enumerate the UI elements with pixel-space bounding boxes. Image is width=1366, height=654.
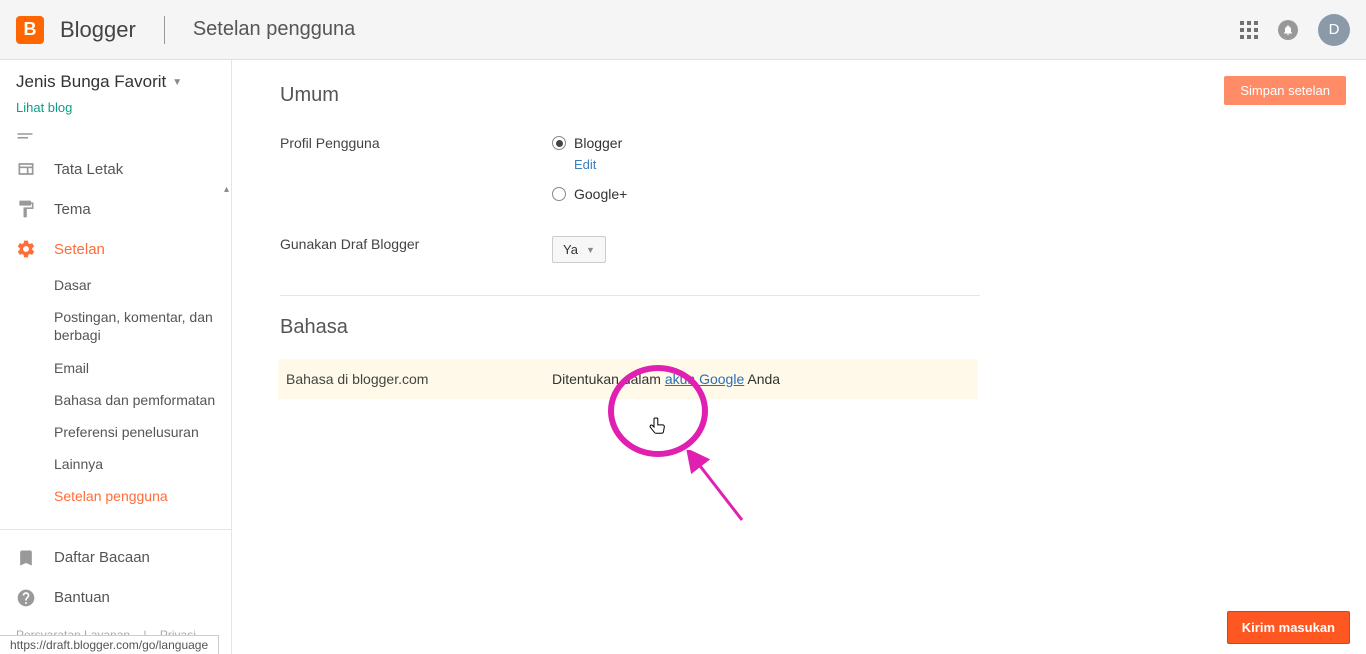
radio-label: Google+	[574, 186, 627, 202]
section-general: Umum Profil Pengguna Blogger Edit Google…	[280, 84, 980, 271]
section-title-language: Bahasa	[280, 316, 980, 339]
label-profile: Profil Pengguna	[280, 135, 552, 208]
annotation-arrow	[682, 450, 752, 530]
section-language: Bahasa Bahasa di blogger.com Ditentukan …	[280, 316, 980, 399]
gear-icon	[16, 239, 36, 259]
dropdown-value: Ya	[563, 242, 578, 257]
bookmark-icon	[16, 548, 36, 568]
sub-item-user-settings[interactable]: Setelan pengguna	[54, 480, 231, 512]
section-title-general: Umum	[280, 84, 980, 107]
sidebar-item-label: Bantuan	[54, 589, 110, 606]
settings-sub-items: Dasar Postingan, komentar, dan berbagi E…	[0, 269, 231, 513]
setting-row-draft: Gunakan Draf Blogger Ya ▼	[280, 228, 980, 271]
page-title: Setelan pengguna	[193, 18, 355, 41]
brand-name: Blogger	[60, 17, 136, 43]
header-left: B Blogger Setelan pengguna	[16, 16, 355, 44]
sub-item-posts[interactable]: Postingan, komentar, dan berbagi	[54, 301, 231, 351]
save-settings-button[interactable]: Simpan setelan	[1224, 76, 1346, 105]
blogger-logo-icon[interactable]: B	[16, 16, 44, 44]
sidebar-item-help[interactable]: Bantuan	[0, 578, 231, 618]
setting-row-profile: Profil Pengguna Blogger Edit Google+	[280, 127, 980, 216]
sidebar-item-label: Tata Letak	[54, 161, 123, 178]
notifications-icon[interactable]	[1278, 20, 1298, 40]
google-account-link[interactable]: akun Google	[665, 371, 744, 387]
sidebar-item-theme[interactable]: Tema	[0, 189, 231, 229]
sidebar-item-label: Tema	[54, 201, 91, 218]
radio-blogger[interactable]: Blogger	[552, 135, 980, 151]
radio-label: Blogger	[574, 135, 622, 151]
send-feedback-button[interactable]: Kirim masukan	[1227, 611, 1350, 644]
radio-icon	[552, 136, 566, 150]
header-right: D	[1240, 14, 1350, 46]
radio-googleplus[interactable]: Google+	[552, 186, 980, 202]
setting-row-language: Bahasa di blogger.com Ditentukan dalam a…	[278, 359, 978, 399]
help-icon	[16, 588, 36, 608]
trimmed-nav-item	[0, 125, 231, 149]
sidebar-item-label: Daftar Bacaan	[54, 549, 150, 566]
sidebar-item-settings[interactable]: Setelan	[0, 229, 231, 269]
language-value: Ditentukan dalam akun Google Anda	[552, 371, 978, 387]
blog-selector[interactable]: Jenis Bunga Favorit ▼	[0, 60, 231, 96]
section-divider	[280, 295, 980, 296]
sidebar: Jenis Bunga Favorit ▼ Lihat blog ▴ Tata …	[0, 60, 232, 654]
radio-icon	[552, 187, 566, 201]
cursor-pointer-icon	[649, 416, 667, 441]
view-blog-link[interactable]: Lihat blog	[0, 96, 231, 125]
avatar[interactable]: D	[1318, 14, 1350, 46]
chevron-down-icon: ▼	[172, 77, 182, 88]
theme-icon	[16, 199, 36, 219]
layout-icon	[16, 159, 36, 179]
edit-profile-link[interactable]: Edit	[574, 157, 980, 172]
blog-name: Jenis Bunga Favorit	[16, 72, 166, 92]
scroll-up-arrow-icon[interactable]: ▴	[224, 184, 229, 195]
sidebar-item-reading-list[interactable]: Daftar Bacaan	[0, 538, 231, 578]
apps-grid-icon[interactable]	[1240, 21, 1258, 39]
sub-item-language[interactable]: Bahasa dan pemformatan	[54, 384, 231, 416]
sub-item-basic[interactable]: Dasar	[54, 269, 231, 301]
chevron-down-icon: ▼	[586, 245, 595, 255]
label-language: Bahasa di blogger.com	[286, 371, 552, 387]
header-divider	[164, 16, 165, 44]
draft-dropdown[interactable]: Ya ▼	[552, 236, 606, 263]
main-content: Simpan setelan Umum Profil Pengguna Blog…	[232, 60, 1366, 654]
label-draft: Gunakan Draf Blogger	[280, 236, 552, 263]
sidebar-item-label: Setelan	[54, 241, 105, 258]
header: B Blogger Setelan pengguna D	[0, 0, 1366, 60]
sub-item-email[interactable]: Email	[54, 352, 231, 384]
sub-item-search[interactable]: Preferensi penelusuran	[54, 416, 231, 448]
sidebar-item-layout[interactable]: Tata Letak	[0, 149, 231, 189]
status-bar-url: https://draft.blogger.com/go/language	[0, 635, 219, 654]
sub-item-other[interactable]: Lainnya	[54, 448, 231, 480]
